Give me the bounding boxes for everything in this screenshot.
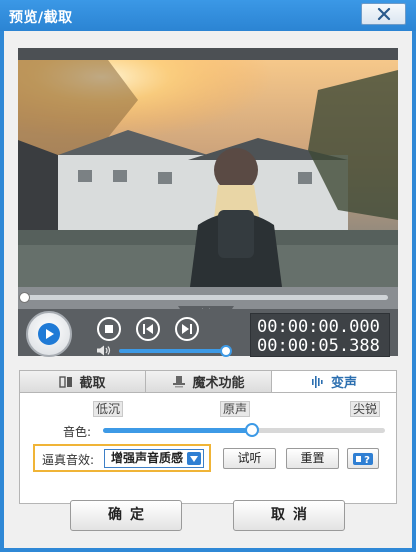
previous-frame-button[interactable]	[136, 317, 160, 341]
close-icon	[377, 7, 390, 21]
tab-magic-label: 魔术功能	[192, 376, 245, 391]
timbre-label: 音色:	[63, 425, 92, 439]
effect-dropdown-value: 增强声音质感	[111, 451, 184, 465]
tab-voice-change-label: 变声	[330, 376, 357, 391]
pitch-high-label: 尖锐	[350, 401, 381, 417]
pitch-original-label: 原声	[220, 401, 251, 417]
tab-magic[interactable]: 魔术功能	[145, 370, 272, 393]
svg-text:?: ?	[364, 455, 370, 466]
preview-listen-button[interactable]: 试听	[223, 448, 276, 469]
dialog-content: 00:00:00.000 00:00:05.388 截取 魔术功能 变声 低沉 …	[4, 31, 412, 548]
stop-icon	[105, 325, 113, 333]
effect-dropdown[interactable]: 增强声音质感	[104, 449, 204, 468]
timbre-slider[interactable]	[103, 423, 385, 437]
voice-change-panel: 低沉 原声 尖锐 音色: 逼真音效: 增强声音质感 试听 重置 ?	[19, 392, 397, 504]
timbre-slider-fill	[103, 428, 252, 433]
tab-crop-label: 截取	[79, 376, 106, 391]
window-title: 预览/截取	[9, 10, 73, 26]
volume-slider[interactable]	[119, 349, 225, 353]
effect-label: 逼真音效:	[42, 453, 95, 467]
feature-tabs: 截取 魔术功能 变声	[19, 370, 397, 393]
tab-crop[interactable]: 截取	[19, 370, 146, 393]
reset-button[interactable]: 重置	[286, 448, 339, 469]
play-button[interactable]	[26, 311, 72, 357]
player-controls: 00:00:00.000 00:00:05.388	[18, 309, 398, 357]
video-player: 00:00:00.000 00:00:05.388	[18, 48, 398, 357]
help-icon: ?	[353, 452, 373, 466]
dialog-window: 预览/截取 00:00:00.000 00:00:05.388 截取 魔术功能 …	[0, 0, 416, 552]
volume-icon[interactable]	[96, 345, 112, 356]
step-forward-icon	[182, 324, 192, 334]
volume-handle[interactable]	[220, 345, 232, 357]
timbre-handle[interactable]	[245, 423, 259, 437]
close-button[interactable]	[361, 3, 406, 25]
video-preview-image[interactable]	[18, 60, 398, 287]
help-button[interactable]: ?	[347, 448, 379, 469]
waveform-icon	[311, 375, 323, 388]
dropdown-arrow[interactable]	[187, 452, 201, 465]
title-bar[interactable]: 预览/截取	[0, 0, 416, 31]
current-time: 00:00:00.000	[257, 317, 380, 337]
step-back-icon	[143, 324, 153, 334]
chevron-down-icon	[190, 455, 198, 462]
crop-icon	[59, 375, 73, 388]
ok-button[interactable]: 确定	[70, 500, 182, 531]
progress-handle[interactable]	[19, 292, 30, 303]
total-time: 00:00:05.388	[257, 336, 380, 356]
next-frame-button[interactable]	[175, 317, 199, 341]
time-display: 00:00:00.000 00:00:05.388	[250, 313, 390, 357]
magic-hat-icon	[173, 376, 186, 388]
effect-selector-group: 逼真音效: 增强声音质感	[33, 444, 211, 472]
stop-button[interactable]	[97, 317, 121, 341]
progress-bar[interactable]	[24, 295, 388, 300]
video-top-bar	[18, 48, 398, 60]
tab-voice-change[interactable]: 变声	[271, 370, 397, 393]
play-icon	[38, 323, 60, 345]
pitch-low-label: 低沉	[93, 401, 124, 417]
cancel-button[interactable]: 取消	[233, 500, 345, 531]
